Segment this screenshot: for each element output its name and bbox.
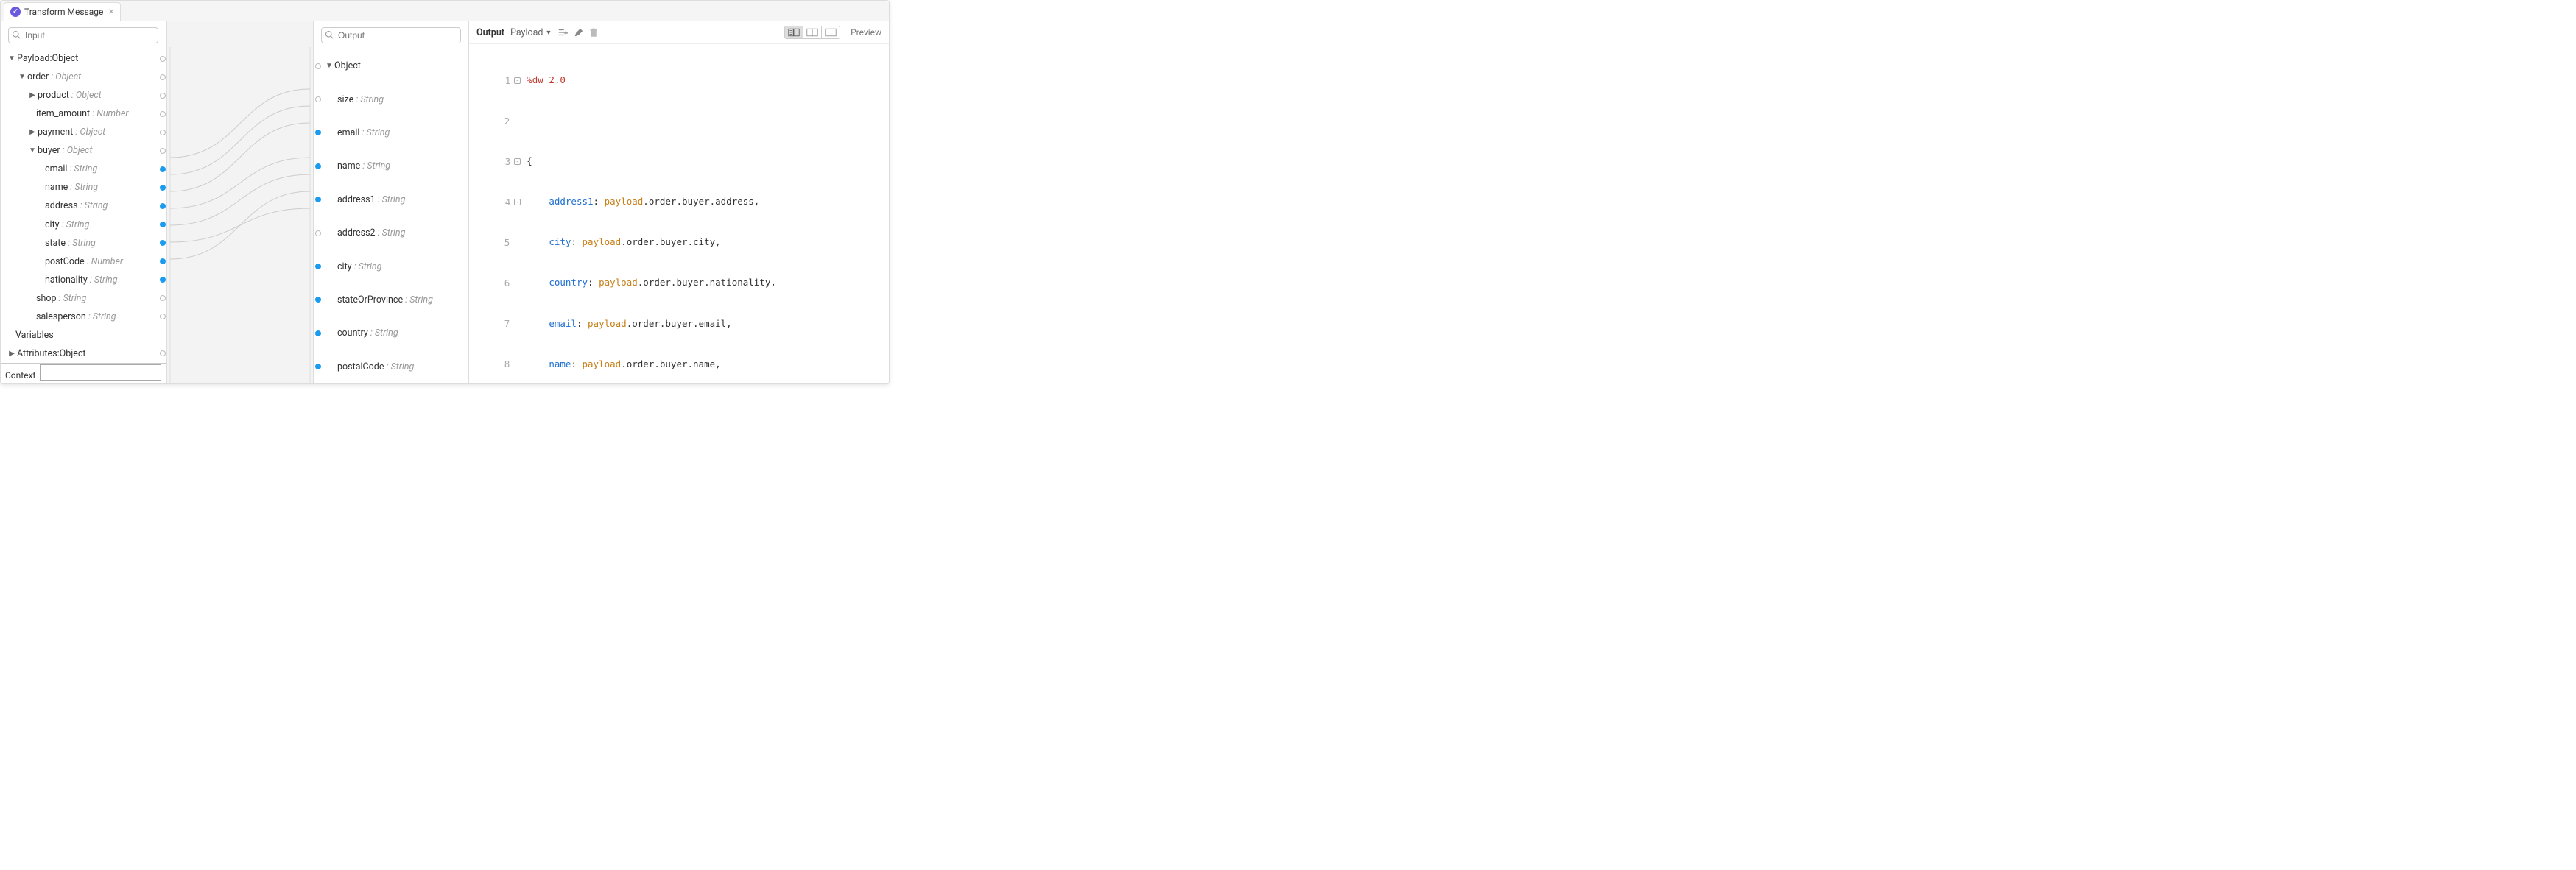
output-label: Output bbox=[476, 27, 504, 38]
context-label: Context bbox=[5, 370, 35, 381]
input-search[interactable] bbox=[8, 27, 158, 43]
caret-down-icon[interactable]: ▼ bbox=[18, 73, 26, 81]
close-icon[interactable]: × bbox=[108, 6, 113, 18]
code-editor[interactable]: 1- 2 3- 4- 5 6 7 8 9 10 11 %dw 2.0 --- {… bbox=[469, 44, 889, 383]
connector-dot[interactable] bbox=[160, 56, 166, 62]
tab-bar: ✓ Transform Message × bbox=[1, 1, 889, 21]
context-bar: Context bbox=[1, 363, 166, 383]
tab-title: Transform Message bbox=[24, 7, 103, 17]
output-search-field[interactable] bbox=[321, 27, 461, 43]
caret-down-icon[interactable]: ▼ bbox=[325, 62, 333, 70]
caret-right-icon[interactable]: ▶ bbox=[8, 350, 15, 358]
caret-right-icon[interactable]: ▶ bbox=[29, 91, 36, 99]
mapping-canvas[interactable] bbox=[166, 21, 314, 383]
transform-icon: ✓ bbox=[10, 7, 21, 17]
caret-down-icon[interactable]: ▼ bbox=[29, 146, 36, 155]
view-split-icon[interactable] bbox=[803, 26, 822, 38]
view-full-icon[interactable] bbox=[822, 26, 840, 38]
view-toggle[interactable] bbox=[784, 26, 840, 39]
fold-icon[interactable]: - bbox=[514, 77, 521, 84]
search-icon bbox=[325, 30, 334, 39]
delete-icon[interactable] bbox=[589, 28, 598, 38]
add-target-icon[interactable] bbox=[557, 27, 568, 38]
preview-button[interactable]: Preview bbox=[851, 27, 881, 38]
caret-down-icon[interactable]: ▼ bbox=[8, 54, 15, 63]
fold-icon[interactable]: - bbox=[514, 199, 521, 205]
edit-icon[interactable] bbox=[574, 28, 583, 38]
input-search-field[interactable] bbox=[8, 27, 158, 43]
output-search[interactable] bbox=[321, 27, 461, 43]
caret-right-icon[interactable]: ▶ bbox=[29, 128, 36, 136]
tab-transform-message[interactable]: ✓ Transform Message × bbox=[4, 2, 121, 21]
view-tree-code-icon[interactable] bbox=[785, 26, 803, 38]
search-icon bbox=[12, 30, 21, 39]
context-box[interactable] bbox=[40, 364, 161, 381]
fold-icon[interactable]: - bbox=[514, 158, 521, 165]
output-target-dropdown[interactable]: Payload▼ bbox=[510, 27, 552, 38]
